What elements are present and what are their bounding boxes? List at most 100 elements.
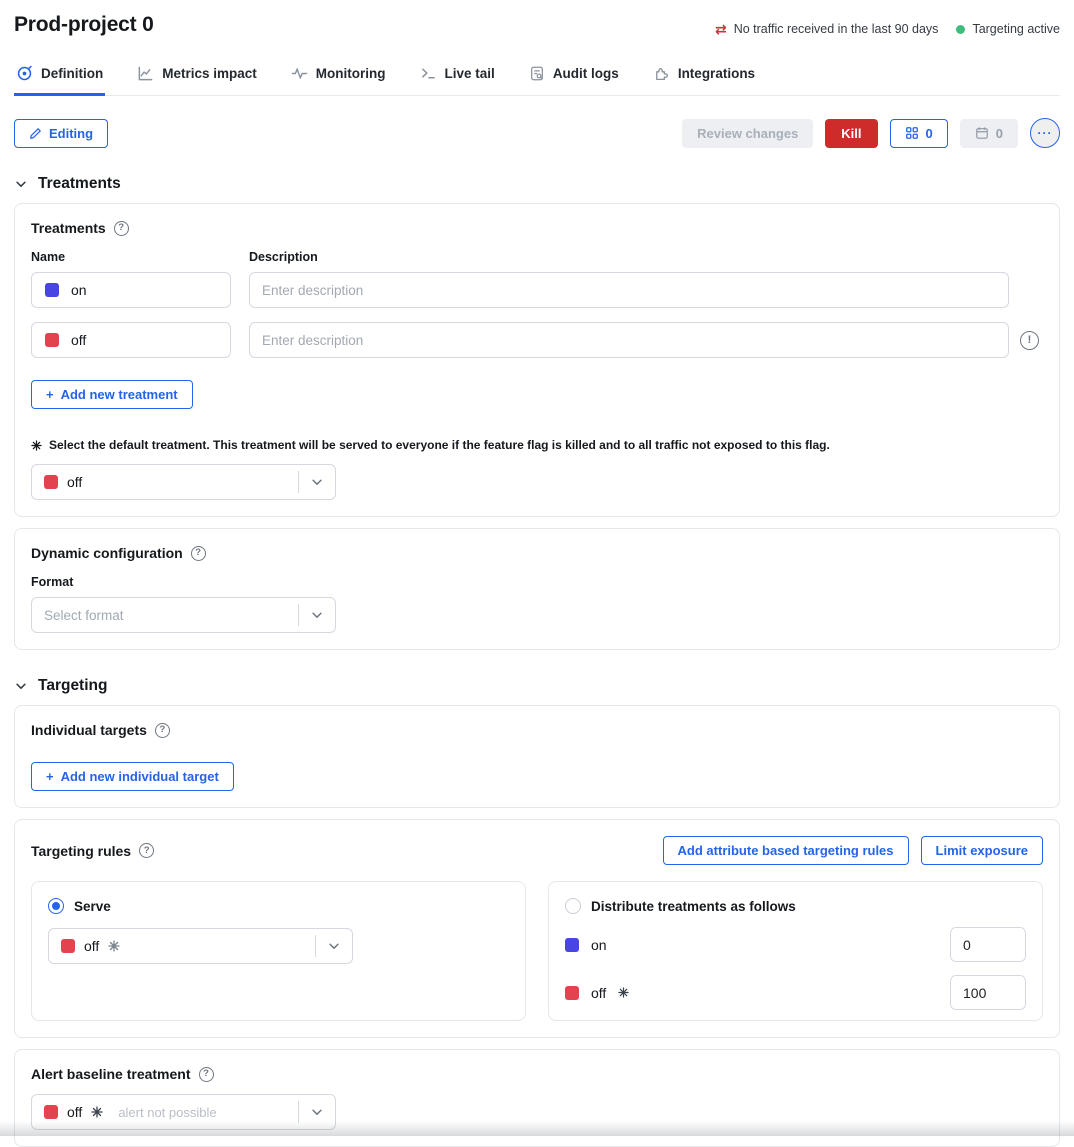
page-title: Prod-project 0 [14,13,154,37]
document-search-icon [529,65,545,82]
dynamic-configuration-title: Dynamic configuration ? [31,545,1043,561]
calendar-icon [975,126,989,140]
format-select[interactable]: Select format [31,597,336,633]
tab-bar: Definition Metrics impact Monitoring Liv… [14,61,1060,96]
tab-label: Metrics impact [162,66,257,81]
targeting-rules-title-text: Targeting rules [31,843,131,859]
default-asterisk-icon [108,940,120,952]
distribution-treatment-name: on [591,937,607,953]
individual-targets-title: Individual targets ? [31,722,1043,738]
tab-label: Live tail [445,66,495,81]
targeting-rules-actions: Add attribute based targeting rules Limi… [663,836,1043,865]
add-new-treatment-button[interactable]: + Add new treatment [31,380,193,409]
distribute-radio-option[interactable]: Distribute treatments as follows [565,898,1026,914]
treatment-color-swatch [565,986,579,1000]
flag-sets-count: 0 [926,126,933,141]
tab-label: Audit logs [553,66,619,81]
distribution-row: off [565,975,1026,1010]
treatments-card-title: Treatments ? [31,220,1043,236]
distribution-percent-input[interactable] [950,927,1026,962]
treatment-name-input[interactable]: on [31,272,231,308]
help-icon[interactable]: ? [199,1067,214,1082]
default-treatment-note: Select the default treatment. This treat… [31,438,1043,452]
pulse-icon [291,65,308,82]
traffic-status-text: No traffic received in the last 90 days [734,22,939,36]
default-asterisk-icon [618,987,629,998]
targeting-status-text: Targeting active [972,22,1060,36]
serve-radio-option[interactable]: Serve [48,898,509,914]
add-attribute-rules-label: Add attribute based targeting rules [678,843,894,858]
targeting-rules-card: Targeting rules ? Add attribute based ta… [14,819,1060,1038]
individual-targets-card: Individual targets ? + Add new individua… [14,705,1060,808]
help-icon[interactable]: ? [191,546,206,561]
targeting-section-header[interactable]: Targeting [14,677,1060,695]
tab-monitoring[interactable]: Monitoring [289,61,388,96]
radio-selected-icon[interactable] [48,898,64,914]
treatment-description-input[interactable] [249,272,1009,308]
kill-label: Kill [841,126,861,141]
alert-baseline-select[interactable]: off alert not possible [31,1094,336,1130]
distribution-percent-input[interactable] [950,975,1026,1010]
pencil-icon [29,127,42,140]
warning-icon[interactable]: ! [1020,331,1039,350]
add-new-individual-target-button[interactable]: + Add new individual target [31,762,234,791]
page-header: Prod-project 0 ⇄ No traffic received in … [14,0,1060,37]
treatment-name-value: off [71,332,86,348]
radio-unselected-icon[interactable] [565,898,581,914]
treatment-description-input[interactable] [249,322,1009,358]
review-changes-button[interactable]: Review changes [682,119,813,148]
chart-icon [137,65,154,82]
schedule-count: 0 [996,126,1003,141]
tab-label: Integrations [678,66,755,81]
distribution-treatment: on [565,937,607,953]
format-select-placeholder: Select format [44,608,124,623]
dynamic-configuration-title-text: Dynamic configuration [31,545,183,561]
help-icon[interactable]: ? [155,723,170,738]
chevron-down-icon [14,177,28,191]
green-status-dot-icon [956,25,965,34]
default-treatment-select[interactable]: off [31,464,336,500]
serve-panel: Serve off [31,881,526,1021]
review-changes-label: Review changes [697,126,798,141]
treatment-row: on [31,272,1043,308]
limit-exposure-button[interactable]: Limit exposure [921,836,1043,865]
distribute-panel: Distribute treatments as follows on off [548,881,1043,1021]
status-line: ⇄ No traffic received in the last 90 day… [715,22,1060,36]
tab-definition[interactable]: Definition [14,61,105,96]
toolbar-right: Review changes Kill 0 0 ··· [682,118,1060,148]
tab-metrics-impact[interactable]: Metrics impact [135,61,259,96]
editing-button[interactable]: Editing [14,119,108,148]
terminal-icon [420,65,437,82]
serve-treatment-select[interactable]: off [48,928,353,964]
tab-audit-logs[interactable]: Audit logs [527,61,621,96]
selected-treatment-name: off [67,474,82,490]
help-icon[interactable]: ? [139,843,154,858]
treatments-section-label: Treatments [38,175,121,193]
kill-button[interactable]: Kill [825,119,877,148]
treatments-section-header[interactable]: Treatments [14,175,1060,193]
treatment-name-input[interactable]: off [31,322,231,358]
traffic-status: ⇄ No traffic received in the last 90 day… [715,22,938,36]
targeting-section-label: Targeting [38,677,107,695]
treatment-color-swatch [565,938,579,952]
treatment-color-swatch [44,1105,58,1119]
flag-sets-button[interactable]: 0 [890,119,948,148]
tab-live-tail[interactable]: Live tail [418,61,497,96]
format-select-placeholder-wrap: Select format [32,608,298,623]
add-attribute-rules-button[interactable]: Add attribute based targeting rules [663,836,909,865]
target-edit-icon [16,65,33,82]
editing-label: Editing [49,126,93,141]
ellipsis-icon: ··· [1038,126,1053,140]
alert-baseline-card: Alert baseline treatment ? off alert not… [14,1049,1060,1147]
default-asterisk-icon [91,1106,103,1118]
help-icon[interactable]: ? [114,221,129,236]
alert-not-possible-note: alert not possible [118,1105,216,1120]
chevron-down-icon [299,475,335,489]
more-actions-button[interactable]: ··· [1030,118,1060,148]
default-treatment-note-text: Select the default treatment. This treat… [49,438,830,452]
chevron-down-icon [316,939,352,953]
schedule-button[interactable]: 0 [960,119,1018,148]
distribution-treatment: off [565,985,629,1001]
distribution-row: on [565,927,1026,962]
tab-integrations[interactable]: Integrations [651,61,757,96]
